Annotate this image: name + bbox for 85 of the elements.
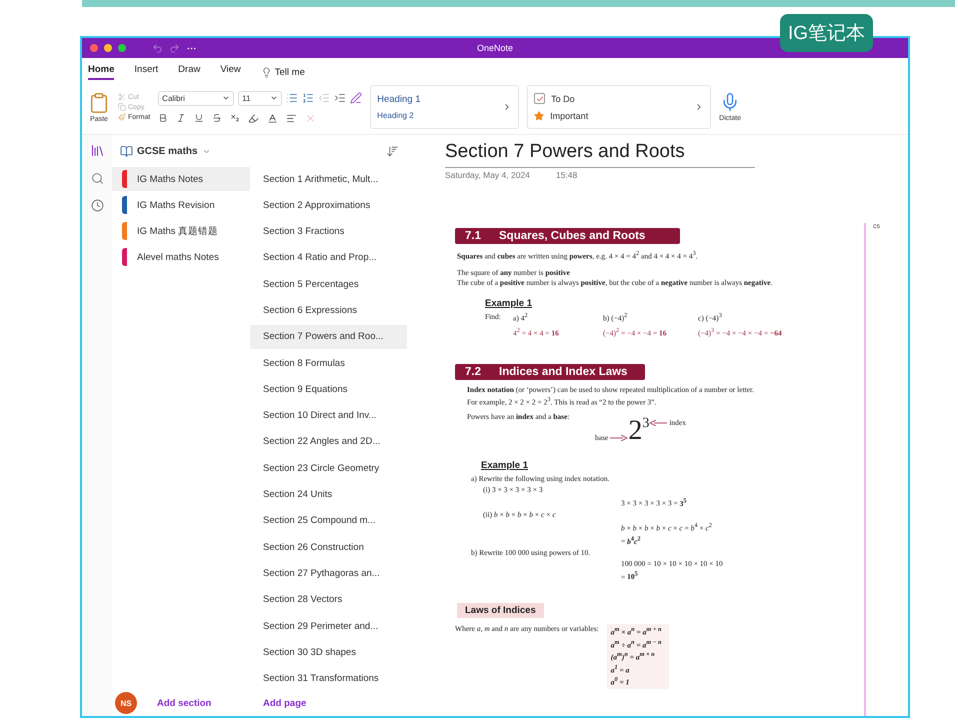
section-item[interactable]: IG Maths Notes [112, 167, 250, 191]
section-item[interactable]: IG Maths Revision [112, 193, 250, 217]
page-item[interactable]: Section 26 Construction [250, 535, 407, 560]
page-item[interactable]: Section 4 Ratio and Prop... [250, 246, 407, 270]
add-page-link[interactable]: Add page [263, 698, 306, 708]
arrow-icon [610, 434, 628, 440]
numbered-list-icon[interactable] [302, 92, 314, 104]
example-heading: Example 1 [485, 298, 533, 308]
lightbulb-icon[interactable] [260, 66, 272, 78]
library-icon[interactable] [90, 143, 104, 158]
tell-me-label[interactable]: Tell me [274, 66, 305, 78]
page-item[interactable]: Section 7 Powers and Roo... [250, 324, 407, 349]
page-item[interactable]: Section 6 Expressions [250, 298, 407, 322]
page-item[interactable]: Section 30 3D shapes [250, 640, 407, 664]
page-item[interactable]: Section 10 Direct and Inv... [250, 404, 407, 428]
page-item[interactable]: Section 3 Fractions [250, 220, 407, 244]
redo-icon[interactable] [169, 42, 180, 54]
font-color-icon[interactable] [267, 112, 278, 124]
notebook-icon[interactable] [120, 144, 133, 158]
chevron-down-icon [270, 94, 278, 102]
section-item[interactable]: Alevel maths Notes [112, 245, 250, 269]
page-item[interactable]: Section 5 Percentages [250, 272, 407, 296]
align-icon[interactable] [286, 112, 298, 124]
page-date: Saturday, May 4, 2024 [445, 170, 530, 180]
page-item[interactable]: Section 9 Equations [250, 377, 407, 402]
undo-icon[interactable] [152, 42, 163, 54]
page-item[interactable]: Section 22 Angles and 2D... [250, 430, 407, 454]
arrow-icon [649, 420, 668, 426]
styles-icon[interactable] [350, 92, 362, 104]
italic-icon[interactable] [176, 113, 186, 123]
indent-icon[interactable] [334, 92, 346, 104]
user-avatar[interactable]: NS [115, 692, 137, 714]
laws-heading: Laws of Indices [457, 603, 544, 618]
checkbox-icon[interactable] [534, 93, 546, 104]
maximize-icon[interactable] [118, 44, 126, 52]
page-title: Section 7 Powers and Roots [445, 141, 755, 168]
page-item[interactable]: Section 2 Approximations [250, 193, 407, 218]
section-name: IG Maths Notes [137, 174, 203, 184]
subscript-icon[interactable] [230, 113, 240, 123]
paintbrush-icon[interactable] [118, 113, 126, 121]
page-item[interactable]: Section 1 Arithmetic, Mult... [250, 167, 407, 191]
page-time: 15:48 [556, 170, 578, 180]
style-option[interactable]: Heading 2 [377, 111, 420, 120]
window-title: OneNote [476, 43, 514, 53]
underline-icon[interactable] [194, 113, 204, 123]
style-option[interactable]: Heading 1 [377, 94, 420, 105]
notebook-badge: IG笔记本 [780, 14, 874, 52]
ribbon-tab[interactable]: Insert [134, 64, 158, 80]
page-item[interactable]: Section 27 Pythagoras an... [250, 561, 407, 586]
search-icon[interactable] [90, 172, 104, 185]
index-number: 3 [642, 418, 650, 430]
section-heading: 7.1 Squares, Cubes and Roots [455, 228, 680, 244]
bold-icon[interactable] [158, 113, 168, 123]
section-heading: 7.2 Indices and Index Laws [455, 364, 645, 380]
page-item[interactable]: Section 23 Circle Geometry [250, 456, 407, 480]
ribbon-tab[interactable]: View [220, 64, 241, 80]
clipboard-icon[interactable] [88, 92, 110, 114]
base-number: 2 [628, 418, 642, 444]
page-item[interactable]: Section 25 Compound m... [250, 508, 407, 533]
add-section-link[interactable]: Add section [157, 698, 212, 708]
section-name: Alevel maths Notes [137, 252, 219, 262]
tag-option[interactable]: Important [550, 111, 588, 121]
ribbon-tab[interactable]: Draw [178, 64, 200, 80]
example-heading: Example 1 [481, 460, 529, 471]
minimize-icon[interactable] [104, 44, 112, 52]
page-item[interactable]: Section 29 Perimeter and... [250, 614, 407, 638]
strikethrough-icon[interactable] [212, 113, 222, 123]
page-item[interactable]: Section 24 Units [250, 482, 407, 507]
sort-icon[interactable] [386, 144, 399, 158]
ribbon-tab[interactable]: Home [88, 64, 114, 80]
chevron-down-icon [222, 94, 230, 102]
font-dropdown[interactable]: Calibri [158, 90, 234, 106]
star-icon [534, 111, 544, 121]
page-item[interactable]: Section 8 Formulas [250, 351, 407, 376]
notebook-selector[interactable]: GCSE maths [137, 146, 198, 156]
font-size-dropdown[interactable]: 11 [238, 90, 282, 106]
highlighter-icon[interactable] [248, 112, 260, 124]
section-item[interactable]: IG Maths 真题错题 [112, 219, 250, 243]
clock-icon[interactable] [90, 199, 104, 212]
page-item[interactable]: Section 28 Vectors [250, 588, 407, 612]
tag-option[interactable]: To Do [551, 94, 575, 104]
close-icon[interactable] [90, 44, 98, 52]
page-item[interactable]: Section 31 Transformations [250, 666, 407, 690]
section-name: IG Maths 真题错题 [137, 224, 218, 238]
section-name: IG Maths Revision [137, 200, 215, 210]
